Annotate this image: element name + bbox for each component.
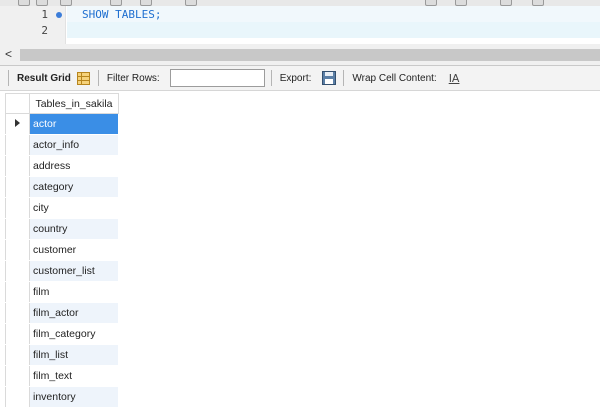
toolbar-divider — [343, 70, 345, 86]
row-header[interactable] — [5, 218, 30, 240]
table-row[interactable]: film_category — [5, 323, 119, 345]
wrap-cell-content-label: Wrap Cell Content: — [352, 72, 437, 84]
scrollbar-thumb[interactable] — [20, 49, 600, 61]
result-toolbar: Result Grid Filter Rows: Export: Wrap Ce… — [0, 66, 600, 91]
row-header[interactable] — [5, 281, 30, 303]
export-label: Export: — [279, 72, 312, 84]
table-row[interactable]: category — [5, 176, 119, 198]
row-header[interactable] — [5, 197, 30, 219]
table-cell[interactable]: customer_list — [29, 260, 119, 282]
filter-rows-label: Filter Rows: — [106, 72, 160, 84]
result-grid-tab[interactable]: Result Grid — [11, 66, 77, 91]
table-row[interactable]: city — [5, 197, 119, 219]
table-cell[interactable]: film_list — [29, 344, 119, 366]
table-cell[interactable]: inventory — [29, 386, 119, 408]
row-header[interactable] — [5, 302, 30, 324]
row-header[interactable] — [5, 134, 30, 156]
editor-line-highlight — [67, 22, 600, 38]
statement-marker-icon[interactable] — [56, 12, 62, 18]
toolbar-divider — [97, 70, 99, 86]
row-header-corner — [5, 93, 30, 114]
scroll-left-icon[interactable]: < — [5, 47, 12, 61]
wrap-text-icon[interactable]: IA — [449, 72, 460, 85]
column-header[interactable]: Tables_in_sakila — [29, 93, 119, 114]
line-number: 2 — [41, 24, 48, 37]
row-header[interactable] — [5, 176, 30, 198]
current-row-arrow-icon — [15, 119, 20, 127]
table-row[interactable]: inventory — [5, 386, 119, 408]
filter-rows-input[interactable] — [169, 69, 265, 87]
result-grid: Tables_in_sakila actor actor_info address c… — [0, 91, 600, 408]
table-row[interactable]: actor_info — [5, 134, 119, 156]
table-cell[interactable]: actor_info — [29, 134, 119, 156]
row-header[interactable] — [5, 323, 30, 345]
row-header[interactable] — [5, 113, 30, 135]
table-cell[interactable]: country — [29, 218, 119, 240]
sql-code-line[interactable]: SHOW TABLES; — [82, 8, 161, 21]
table-row[interactable]: film — [5, 281, 119, 303]
row-header[interactable] — [5, 239, 30, 261]
row-header[interactable] — [5, 344, 30, 366]
table-cell[interactable]: film_text — [29, 365, 119, 387]
table-cell[interactable]: film_actor — [29, 302, 119, 324]
horizontal-scrollbar[interactable]: < — [0, 44, 600, 66]
table-cell[interactable]: film — [29, 281, 119, 303]
toolbar-divider — [270, 70, 272, 86]
result-table: Tables_in_sakila actor actor_info address c… — [5, 93, 119, 408]
table-row[interactable]: customer_list — [5, 260, 119, 282]
table-cell[interactable]: customer — [29, 239, 119, 261]
sql-editor[interactable]: 1 2 SHOW TABLES; — [0, 6, 600, 44]
table-row[interactable]: customer — [5, 239, 119, 261]
table-cell[interactable]: city — [29, 197, 119, 219]
table-row[interactable]: film_text — [5, 365, 119, 387]
toolbar-divider — [8, 70, 9, 86]
table-row[interactable]: film_list — [5, 344, 119, 366]
row-header[interactable] — [5, 260, 30, 282]
table-cell[interactable]: category — [29, 176, 119, 198]
row-header[interactable] — [5, 386, 30, 408]
table-cell[interactable]: actor — [29, 113, 119, 135]
floppy-disk-icon[interactable] — [321, 70, 337, 86]
table-row[interactable]: address — [5, 155, 119, 177]
table-row[interactable]: country — [5, 218, 119, 240]
line-number-gutter: 1 2 — [0, 6, 66, 44]
line-number: 1 — [41, 8, 48, 21]
table-cell[interactable]: film_category — [29, 323, 119, 345]
table-row[interactable]: actor — [5, 113, 119, 135]
table-cell[interactable]: address — [29, 155, 119, 177]
grid-table-icon[interactable] — [76, 71, 90, 85]
table-row[interactable]: film_actor — [5, 302, 119, 324]
row-header[interactable] — [5, 365, 30, 387]
row-header[interactable] — [5, 155, 30, 177]
